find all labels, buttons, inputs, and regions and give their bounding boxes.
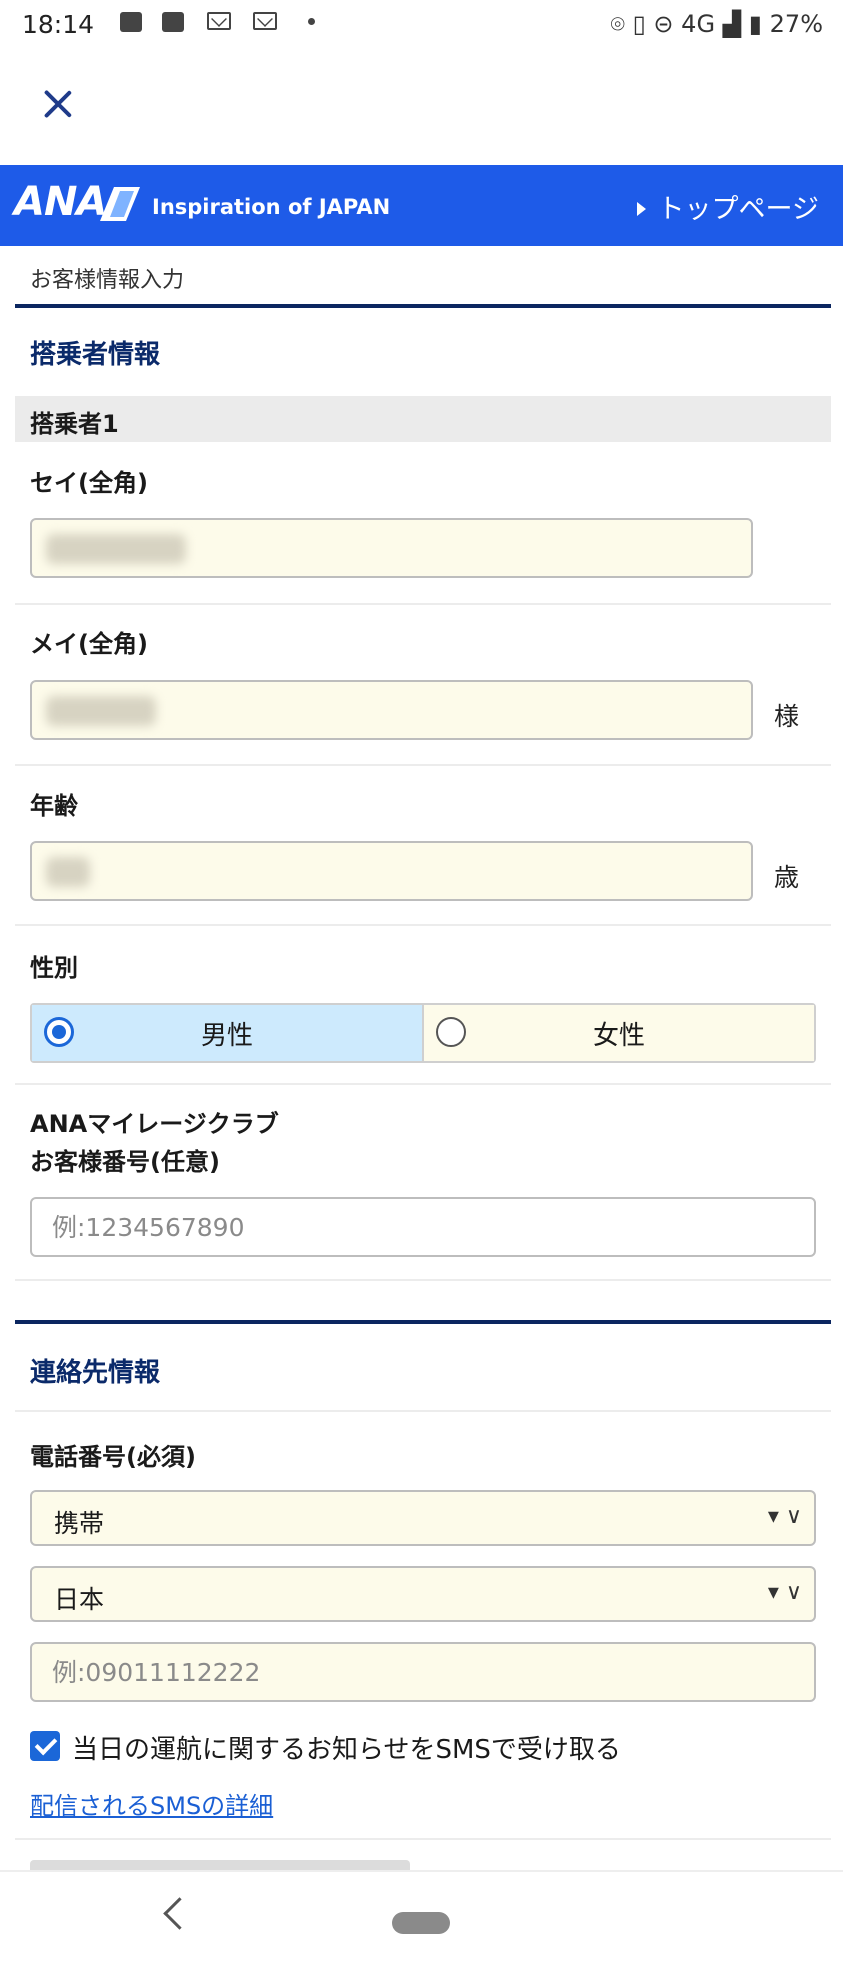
news-icon [162, 12, 184, 32]
ana-logo-mark-icon [100, 187, 140, 221]
navigation-bar [0, 1870, 843, 1969]
battery-icon: ▮ [748, 10, 763, 38]
breadcrumb: お客様情報入力 [30, 268, 185, 293]
dnd-icon: ⊝ [653, 10, 674, 38]
passenger-section-title: 搭乗者情報 [30, 340, 161, 370]
gender-female-option[interactable]: 女性 [422, 1005, 814, 1061]
sms-details-link[interactable]: 配信されるSMSの詳細 [30, 1786, 273, 1821]
contact-section-title: 連絡先情報 [30, 1358, 161, 1388]
ana-logo[interactable]: ANA [14, 179, 107, 225]
mei-input[interactable] [30, 680, 753, 740]
mileage-label-line2: お客様番号(任意) [30, 1148, 220, 1176]
section-divider [15, 304, 831, 308]
home-pill-icon[interactable] [392, 1912, 450, 1934]
triangle-right-icon [636, 201, 646, 216]
back-icon[interactable] [163, 1897, 196, 1930]
gender-selector: 男性 女性 [30, 1003, 816, 1063]
section-divider [15, 1320, 831, 1324]
divider [15, 1838, 831, 1840]
status-bar: 18:14 ⌾ ▯ ⊝ 4G ▟ ▮ 27% [0, 0, 843, 52]
divider [15, 603, 831, 605]
dot-icon [308, 18, 315, 25]
gender-male-label: 男性 [200, 1020, 253, 1051]
top-page-link[interactable]: トップページ [636, 187, 819, 226]
redacted-text [46, 696, 156, 726]
checkbox-checked-icon[interactable] [30, 1731, 60, 1761]
mileage-label-line1: ANAマイレージクラブ [30, 1110, 279, 1138]
mileage-number-input[interactable] [30, 1197, 816, 1257]
radio-selected-icon [44, 1017, 74, 1047]
gender-female-label: 女性 [592, 1020, 645, 1051]
ana-header: ANA Inspiration of JAPAN トップページ [0, 165, 843, 246]
phone-type-select[interactable]: 携帯 ▾ ∨ [30, 1490, 816, 1546]
dropdown-arrow-icon: ▾ ∨ [767, 1504, 802, 1529]
age-suffix: 歳 [774, 863, 800, 892]
radio-unselected-icon [436, 1017, 466, 1047]
sei-label: セイ(全角) [30, 469, 148, 497]
sms-opt-in-label: 当日の運航に関するお知らせをSMSで受け取る [72, 1735, 621, 1765]
top-page-label: トップページ [657, 194, 819, 225]
battery-percent: 27% [769, 10, 823, 38]
country-value: 日本 [54, 1585, 105, 1614]
phone-number-input[interactable] [30, 1642, 816, 1702]
mail-icon [207, 12, 231, 30]
mei-suffix: 様 [774, 702, 800, 731]
divider [15, 764, 831, 766]
status-time: 18:14 [22, 10, 95, 39]
passenger-subheading: 搭乗者1 [15, 396, 831, 442]
age-label: 年齢 [30, 792, 78, 820]
vibrate-icon: ▯ [632, 10, 646, 38]
phone-type-value: 携帯 [54, 1509, 105, 1538]
mei-label: メイ(全角) [30, 630, 148, 658]
gender-label: 性別 [30, 954, 78, 982]
mail-icon [253, 12, 277, 30]
dropdown-arrow-icon: ▾ ∨ [767, 1580, 802, 1605]
divider [15, 1083, 831, 1085]
signal-icon: ▟ [722, 10, 742, 38]
divider [15, 924, 831, 926]
close-icon[interactable] [36, 82, 80, 126]
network-type: 4G [681, 10, 716, 38]
redacted-text [46, 857, 90, 887]
redacted-text [46, 534, 186, 564]
divider [15, 1410, 831, 1412]
image-icon [120, 12, 142, 32]
gender-male-option[interactable]: 男性 [32, 1005, 422, 1061]
phone-label: 電話番号(必須) [30, 1443, 196, 1471]
ana-tagline: Inspiration of JAPAN [152, 195, 391, 219]
passenger-1-label: 搭乗者1 [30, 410, 119, 438]
divider [15, 1279, 831, 1281]
sei-input[interactable] [30, 518, 753, 578]
country-select[interactable]: 日本 ▾ ∨ [30, 1566, 816, 1622]
age-input[interactable] [30, 841, 753, 901]
location-icon: ⌾ [610, 10, 625, 38]
status-right: ⌾ ▯ ⊝ 4G ▟ ▮ 27% [611, 10, 823, 38]
